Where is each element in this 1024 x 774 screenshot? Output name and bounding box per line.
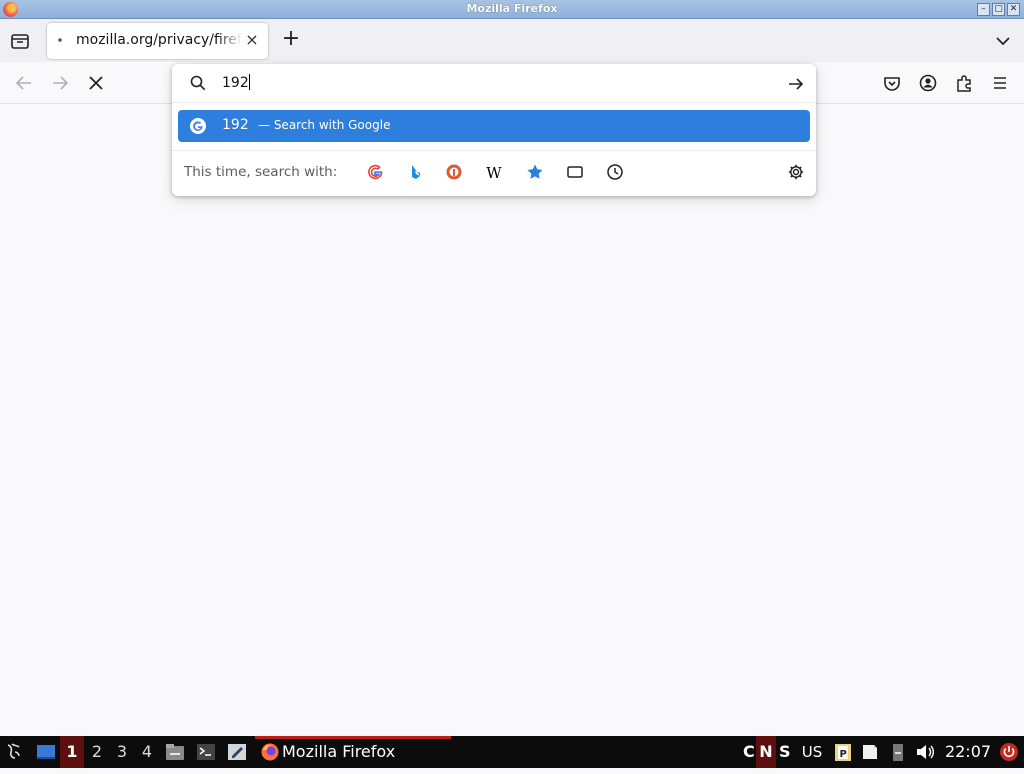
chevron-down-icon[interactable] [993, 31, 1013, 51]
start-menu-icon[interactable] [2, 736, 28, 768]
workspace-1[interactable]: 1 [60, 736, 84, 768]
workspace-3[interactable]: 3 [110, 736, 134, 768]
window-titlebar: Mozilla Firefox – ▢ ✕ [0, 0, 1024, 19]
svg-text:P: P [840, 749, 847, 760]
menu-icon[interactable] [989, 72, 1011, 94]
firefox-view-icon[interactable] [8, 29, 32, 53]
text-caret [248, 74, 250, 90]
power-icon[interactable] [998, 736, 1020, 768]
urlbar-input[interactable]: 192 [222, 74, 250, 91]
taskbar: 1 2 3 4 Mozilla Firefox C N S US P 22:07 [0, 736, 1024, 768]
tab-strip: mozilla.org/privacy/firefox/ × + [0, 19, 1024, 62]
taskbar-firefox-task[interactable]: Mozilla Firefox [282, 736, 452, 768]
page-content[interactable] [0, 104, 1024, 736]
new-tab-button[interactable]: + [280, 28, 302, 51]
divider [172, 102, 816, 103]
battery-icon[interactable] [888, 736, 908, 768]
workspace-4[interactable]: 4 [135, 736, 159, 768]
extensions-icon[interactable] [953, 72, 975, 94]
minimize-button[interactable]: – [977, 3, 990, 16]
firefox-icon [259, 736, 281, 768]
go-arrow-icon[interactable] [786, 74, 806, 94]
keyboard-layout[interactable]: US [800, 736, 824, 768]
volume-icon[interactable] [914, 736, 936, 768]
back-arrow-icon[interactable] [13, 72, 35, 94]
tab-title: mozilla.org/privacy/firefox/ [76, 32, 242, 48]
terminal-icon[interactable] [195, 736, 217, 768]
clock[interactable]: 22:07 [944, 736, 992, 768]
urlbar-input-value: 192 [222, 75, 249, 91]
forward-arrow-icon[interactable] [49, 72, 71, 94]
numlock-indicator: N [756, 736, 776, 768]
clipboard-icon[interactable]: P [833, 736, 853, 768]
account-icon[interactable] [917, 72, 939, 94]
window-title: Mozilla Firefox [466, 2, 558, 15]
text-editor-icon[interactable] [226, 736, 248, 768]
tab-privacy[interactable]: mozilla.org/privacy/firefox/ × [47, 23, 268, 59]
file-manager-icon[interactable] [164, 736, 186, 768]
tab-close-icon[interactable]: × [243, 31, 261, 49]
show-desktop-icon[interactable] [35, 736, 57, 768]
maximize-button[interactable]: ▢ [992, 3, 1005, 16]
stop-loading-icon[interactable] [85, 72, 107, 94]
workspace-2[interactable]: 2 [85, 736, 109, 768]
tab-loading-icon [58, 38, 62, 42]
capslock-indicator: C [743, 742, 755, 761]
scrolllock-indicator: S [779, 742, 791, 761]
close-window-button[interactable]: ✕ [1007, 3, 1020, 16]
notes-icon[interactable] [859, 736, 881, 768]
pocket-icon[interactable] [881, 72, 903, 94]
search-icon [189, 74, 207, 92]
